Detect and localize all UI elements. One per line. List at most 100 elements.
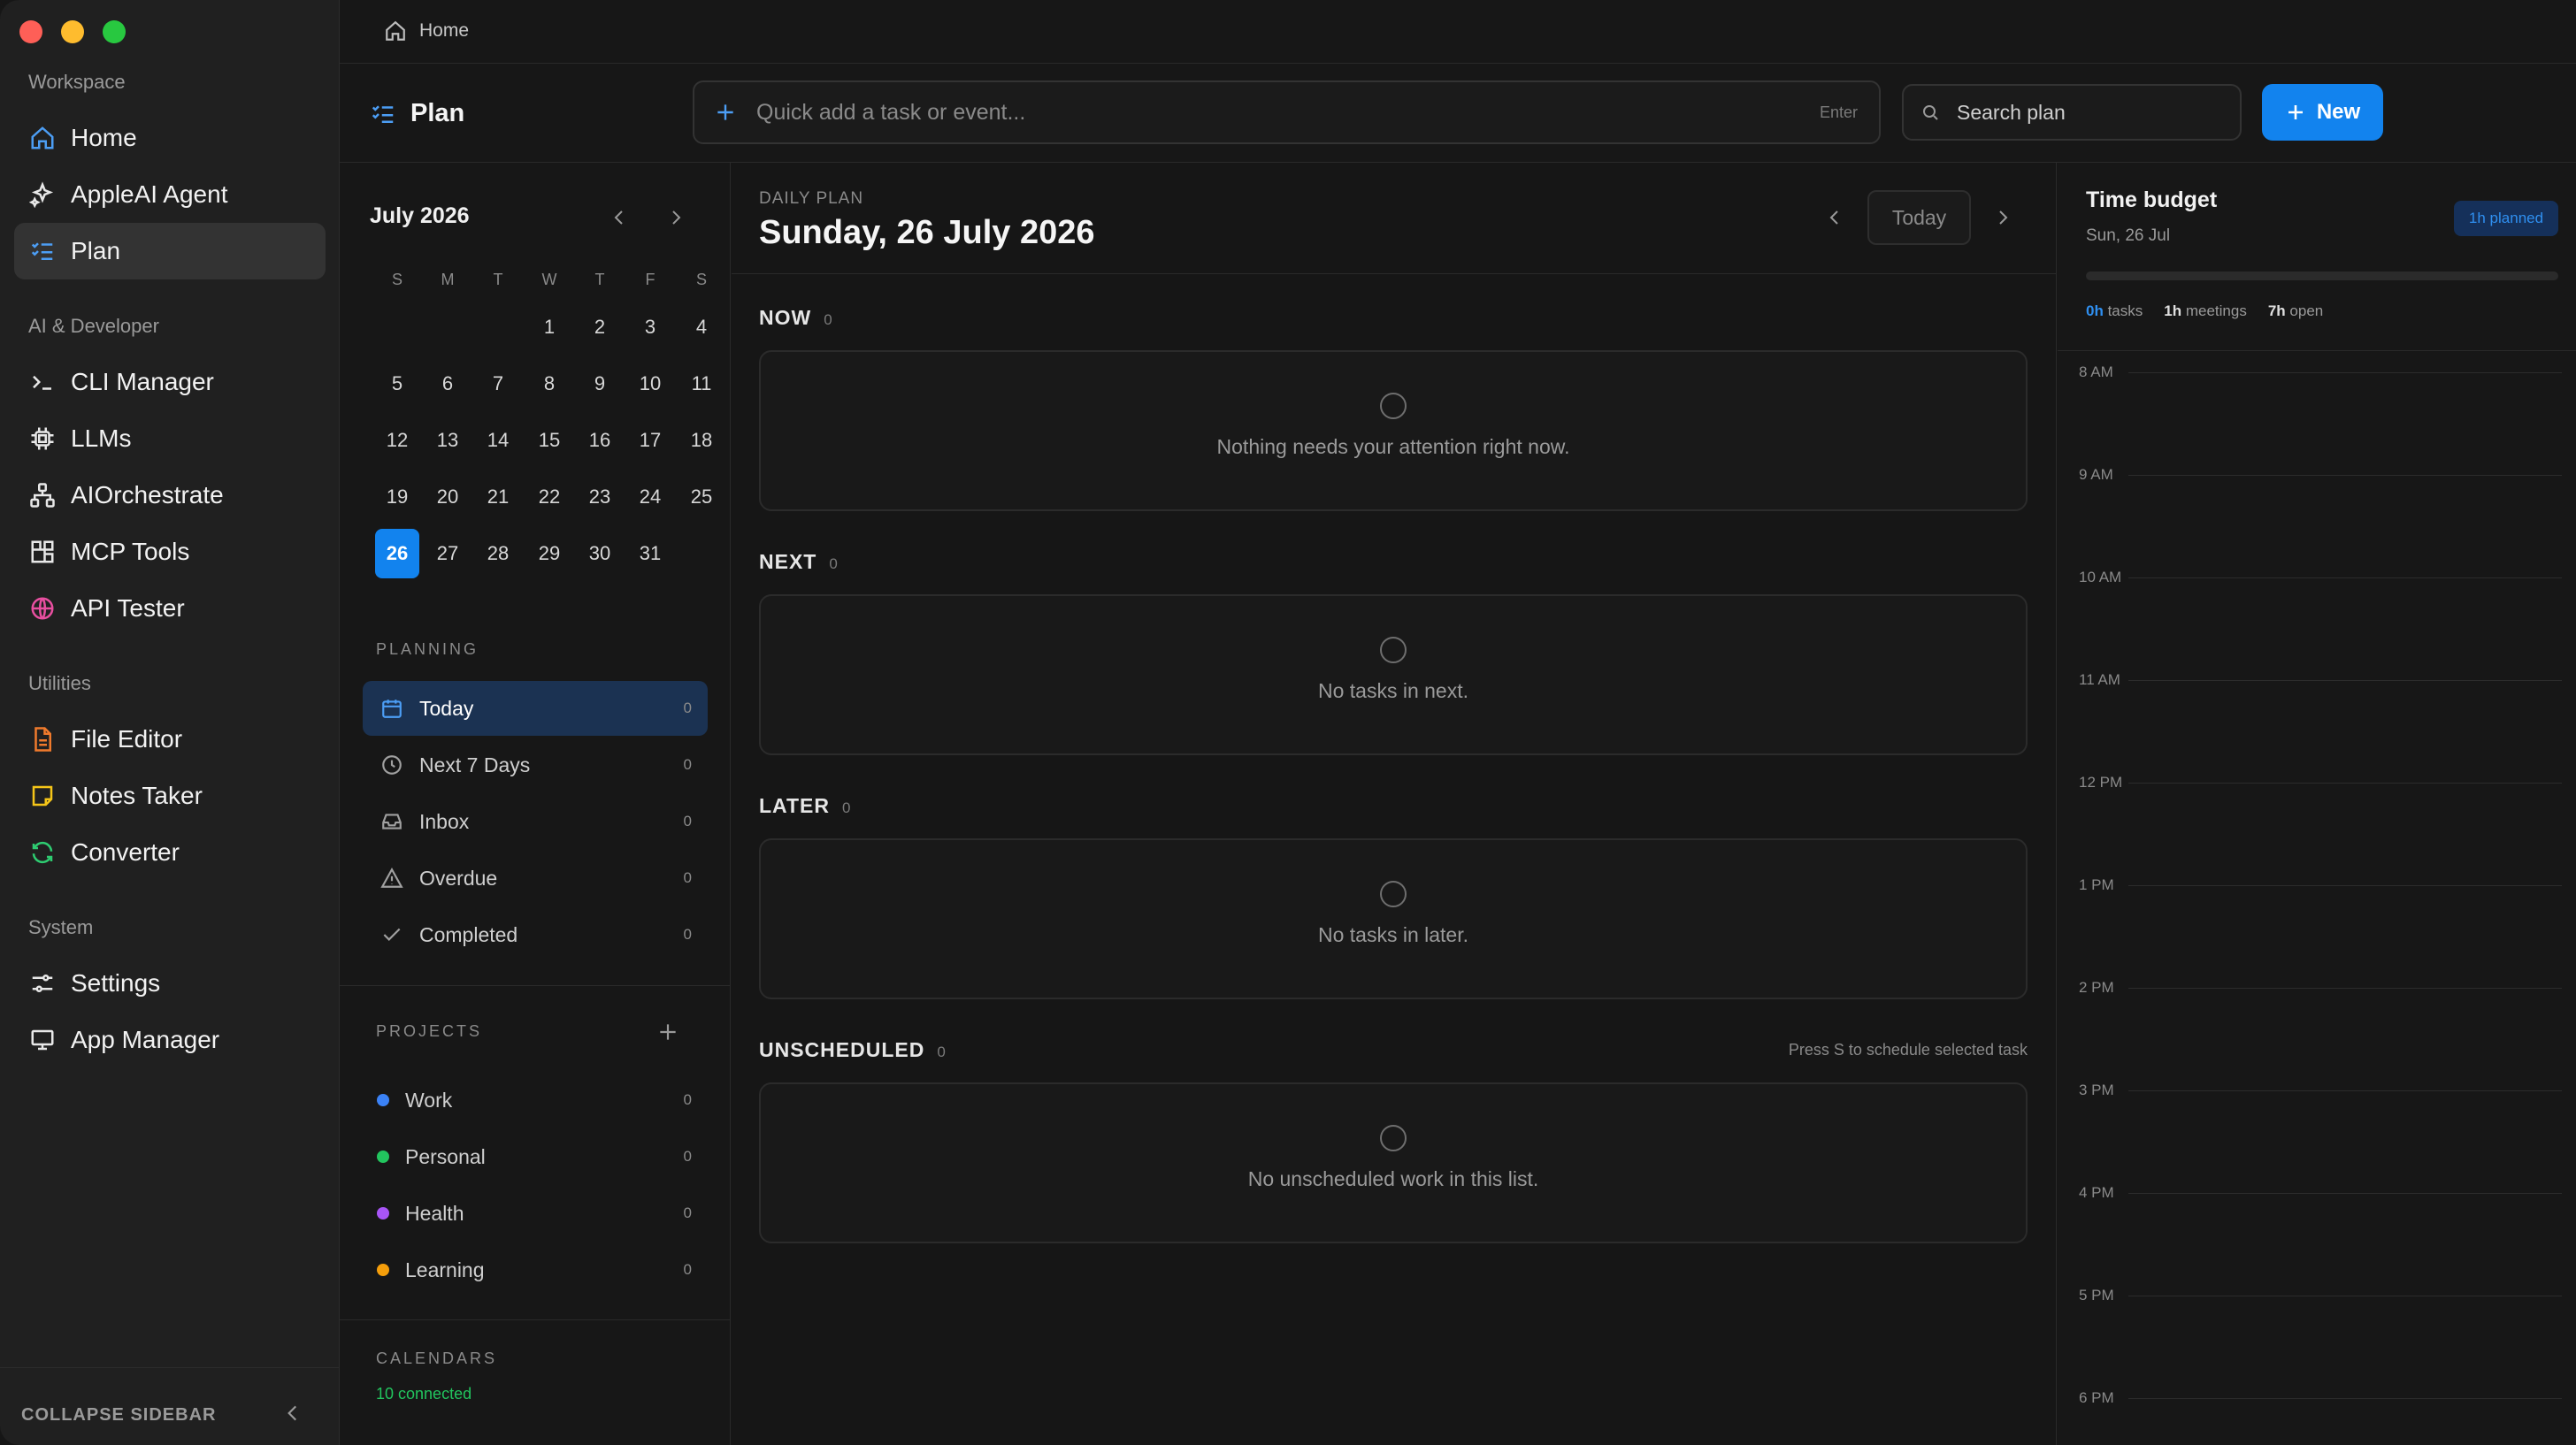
calendar-day[interactable]: 24 [628,472,672,522]
calendar-day[interactable]: 17 [628,416,672,465]
sidebar-item-settings[interactable]: Settings [14,955,326,1012]
zoom-window-button[interactable] [103,20,126,43]
add-project-button[interactable] [656,1021,679,1044]
previous-day-button[interactable] [1824,207,1845,228]
sidebar-item-cli-manager[interactable]: CLI Manager [14,354,326,410]
calendar-day[interactable]: 21 [476,472,520,522]
calendar-day[interactable]: 27 [426,529,470,578]
project-item-count: 0 [683,1261,692,1278]
sidebar-item-label: AppleAI Agent [71,180,228,208]
calendar-day[interactable]: 5 [375,359,419,409]
sidebar-item-notes-taker[interactable]: Notes Taker [14,768,326,824]
hour-gridline [2128,988,2562,989]
hour-label: 8 AM [2079,363,2113,380]
sidebar-item-llms[interactable]: LLMs [14,410,326,467]
calendar-dow: S [391,271,402,288]
next-day-button[interactable] [1992,207,2013,228]
calendar-day[interactable]: 2 [578,302,622,352]
sidebar-item-appleai-agent[interactable]: AppleAI Agent [14,166,326,223]
project-item-label: Health [405,1201,464,1225]
sidebar-item-aiorchestrate[interactable]: AIOrchestrate [14,467,326,524]
calendar-dow: M [441,271,455,288]
close-window-button[interactable] [19,20,42,43]
calendar-day[interactable]: 28 [476,529,520,578]
chevron-left-icon [614,210,623,225]
hour-label: 6 PM [2079,1389,2114,1406]
time-budget-pane [2058,163,2576,1445]
section-title-utilities: Utilities [28,672,91,694]
divider [732,273,2057,274]
minimize-window-button[interactable] [61,20,84,43]
calendar-next-button[interactable] [665,207,686,228]
quick-add-input[interactable]: Quick add a task or event... Enter [693,80,1881,144]
collapse-sidebar-button[interactable]: COLLAPSE SIDEBAR [0,1367,340,1445]
calendar-day[interactable]: 6 [426,359,470,409]
planning-item-inbox[interactable]: Inbox 0 [363,794,708,849]
calendar-day[interactable]: 14 [476,416,520,465]
calendar-day[interactable]: 18 [679,416,724,465]
section-label: NOW [759,306,812,329]
calendar-day[interactable]: 13 [426,416,470,465]
collapse-sidebar-label: COLLAPSE SIDEBAR [21,1405,217,1425]
calendar-day[interactable]: 23 [578,472,622,522]
calendar-day[interactable]: 7 [476,359,520,409]
sidebar-item-app-manager[interactable]: App Manager [14,1012,326,1068]
calendar-day[interactable]: 11 [679,359,724,409]
planning-item-count: 0 [683,700,692,716]
planning-item-next-7-days[interactable]: Next 7 Days 0 [363,738,708,792]
plus-icon [660,1024,676,1040]
calendar-day[interactable]: 31 [628,529,672,578]
calendar-day[interactable]: 9 [578,359,622,409]
check-icon [379,921,405,948]
section-unscheduled-empty-card: No unscheduled work in this list. [759,1082,2028,1243]
sidebar-item-home[interactable]: Home [14,110,326,166]
topbar: Home [340,0,2576,64]
chevron-right-icon [1999,210,2008,225]
calendar-day[interactable]: 8 [527,359,571,409]
sidebar-item-converter[interactable]: Converter [14,824,326,881]
calendar-prev-button[interactable] [609,207,630,228]
sidebar-item-plan[interactable]: Plan [14,223,326,279]
calendar-day[interactable]: 22 [527,472,571,522]
search-input[interactable]: Search plan [1902,84,2242,141]
calendar-day[interactable]: 29 [527,529,571,578]
new-button[interactable]: New [2262,84,2383,141]
planning-item-today[interactable]: Today 0 [363,681,708,736]
calendar-day[interactable]: 12 [375,416,419,465]
search-icon [1920,102,1941,123]
daily-plan-kicker: DAILY PLAN [759,189,864,208]
calendar-dow: F [645,271,656,288]
calendar-day[interactable]: 15 [527,416,571,465]
calendar-day[interactable]: 30 [578,529,622,578]
planning-item-overdue[interactable]: Overdue 0 [363,851,708,906]
planning-item-label: Overdue [419,866,498,890]
sidebar-item-api-tester[interactable]: API Tester [14,580,326,637]
project-item-work[interactable]: Work 0 [363,1075,708,1125]
search-placeholder: Search plan [1957,100,2066,124]
calendar-day[interactable]: 4 [679,302,724,352]
calendar-day[interactable]: 20 [426,472,470,522]
sidebar-item-file-editor[interactable]: File Editor [14,711,326,768]
calendar-day[interactable]: 16 [578,416,622,465]
section-unscheduled-title: UNSCHEDULED 0 [759,1038,946,1062]
chevron-left-icon [281,1402,304,1425]
divider [2058,350,2576,351]
breadcrumb[interactable]: Home [384,19,469,42]
globe-icon [28,594,57,623]
calendar-day[interactable]: 26 [375,529,419,578]
hour-gridline [2128,1090,2562,1091]
planning-item-count: 0 [683,926,692,943]
calendar-day[interactable]: 10 [628,359,672,409]
calendar-day[interactable]: 19 [375,472,419,522]
sidebar-item-label: MCP Tools [71,538,190,565]
calendar-day[interactable]: 3 [628,302,672,352]
project-item-personal[interactable]: Personal 0 [363,1132,708,1181]
project-item-health[interactable]: Health 0 [363,1189,708,1238]
calendar-day[interactable]: 1 [527,302,571,352]
planning-item-completed[interactable]: Completed 0 [363,907,708,962]
project-color-dot [377,1264,389,1276]
project-item-learning[interactable]: Learning 0 [363,1245,708,1295]
calendar-day[interactable]: 25 [679,472,724,522]
today-button[interactable]: Today [1867,190,1971,245]
sidebar-item-mcp-tools[interactable]: MCP Tools [14,524,326,580]
